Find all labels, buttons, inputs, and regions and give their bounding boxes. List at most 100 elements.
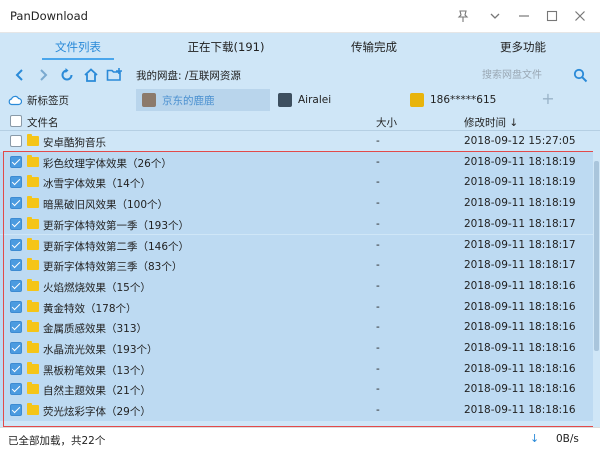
tab-more-features[interactable]: 更多功能 xyxy=(493,39,553,55)
row-checkbox[interactable] xyxy=(10,238,22,251)
file-size: - xyxy=(376,362,380,375)
account-tab-bar: 新标签页 京东的鹿鹿 Airalei 186*****615 + xyxy=(0,89,600,111)
table-row[interactable]: 安卓酷狗音乐 - 2018-09-12 15:27:05 xyxy=(0,131,594,152)
new-folder-icon[interactable] xyxy=(106,66,124,84)
tab-downloading[interactable]: 正在下载(191) xyxy=(178,39,274,55)
table-row[interactable]: 更新字体特效第一季（193个） - 2018-09-11 18:18:17 xyxy=(0,213,594,235)
row-checkbox[interactable] xyxy=(10,321,22,334)
column-header-name[interactable]: 文件名 xyxy=(27,115,59,130)
download-arrow-icon: ↓ xyxy=(530,432,540,445)
folder-icon xyxy=(27,196,39,209)
folder-icon xyxy=(27,320,39,333)
minimize-icon[interactable] xyxy=(511,4,537,28)
row-checkbox[interactable] xyxy=(10,300,22,313)
file-size: - xyxy=(376,197,380,210)
chevron-down-icon[interactable] xyxy=(482,4,508,28)
table-row[interactable]: 黄金特效（178个） - 2018-09-11 18:18:16 xyxy=(0,296,594,318)
row-checkbox[interactable] xyxy=(10,176,22,189)
file-name: 彩色纹理字体效果（26个） xyxy=(43,157,172,170)
add-tab-icon[interactable]: + xyxy=(540,89,556,111)
search-input[interactable] xyxy=(476,65,568,85)
current-path: 我的网盘: /互联网资源 xyxy=(136,70,241,82)
file-list: 安卓酷狗音乐 - 2018-09-12 15:27:05 彩色纹理字体效果（26个） -… xyxy=(0,131,594,427)
table-row[interactable]: 金属质感效果（313） - 2018-09-11 18:18:16 xyxy=(0,317,594,338)
column-header-modified[interactable]: 修改时间 ↓ xyxy=(464,115,518,130)
select-all-checkbox[interactable] xyxy=(10,115,22,127)
modified-time: 2018-09-11 18:18:17 xyxy=(464,238,576,251)
avatar xyxy=(410,93,424,107)
table-row[interactable]: 冰雪字体效果（14个） - 2018-09-11 18:18:19 xyxy=(0,172,594,194)
cloud-icon xyxy=(8,94,22,106)
modified-time: 2018-09-11 18:18:16 xyxy=(464,362,576,375)
folder-icon xyxy=(27,237,39,250)
file-name: 更新字体特效第三季（83个） xyxy=(43,261,183,274)
row-checkbox[interactable] xyxy=(10,197,22,210)
file-name: 荧光炫彩字体（29个） xyxy=(43,406,151,419)
close-icon[interactable] xyxy=(567,4,593,28)
modified-time: 2018-09-11 18:18:16 xyxy=(464,321,576,334)
row-checkbox[interactable] xyxy=(10,383,22,396)
file-name: 暗黑破旧风效果（100个） xyxy=(43,199,169,212)
pin-icon[interactable] xyxy=(450,4,476,28)
session-new-tab[interactable]: 新标签页 xyxy=(0,89,134,111)
row-checkbox[interactable] xyxy=(10,362,22,375)
session-account-2[interactable]: Airalei xyxy=(272,89,402,111)
table-row[interactable]: 荧光炫彩字体（29个） - 2018-09-11 18:18:16 xyxy=(0,400,594,421)
tab-bar: 文件列表 正在下载(191) 传输完成 更多功能 xyxy=(0,33,600,61)
file-size: - xyxy=(376,155,380,168)
session-label: 新标签页 xyxy=(27,94,69,107)
table-row[interactable]: 自然主题效果（21个） - 2018-09-11 18:18:16 xyxy=(0,379,594,401)
row-checkbox[interactable] xyxy=(10,342,22,354)
vertical-scrollbar[interactable] xyxy=(593,131,600,427)
file-name: 自然主题效果（21个） xyxy=(43,385,151,398)
row-checkbox[interactable] xyxy=(10,404,22,417)
file-size: - xyxy=(376,383,380,396)
folder-icon xyxy=(27,154,39,167)
tab-completed[interactable]: 传输完成 xyxy=(344,39,404,55)
table-row[interactable]: 更新字体特效第二季（146个） - 2018-09-11 18:18:17 xyxy=(0,234,594,256)
column-header-size[interactable]: 大小 xyxy=(376,115,397,130)
status-text: 已全部加载，共22个 xyxy=(8,435,106,447)
table-row[interactable]: 水晶流光效果（193个） - 2018-09-11 18:18:16 xyxy=(0,338,594,359)
row-checkbox[interactable] xyxy=(10,155,22,168)
modified-time: 2018-09-11 18:18:16 xyxy=(464,404,576,417)
folder-icon xyxy=(27,382,39,395)
file-size: - xyxy=(376,300,380,313)
avatar xyxy=(278,93,292,107)
folder-icon xyxy=(27,361,39,374)
search-icon[interactable] xyxy=(571,66,589,84)
back-arrow-icon[interactable] xyxy=(11,66,29,84)
modified-time: 2018-09-11 18:18:17 xyxy=(464,259,576,272)
session-account-3[interactable]: 186*****615 xyxy=(404,89,538,111)
session-label: 186*****615 xyxy=(430,94,497,106)
file-size: - xyxy=(376,135,380,147)
tab-file-list[interactable]: 文件列表 xyxy=(42,39,114,55)
table-row[interactable]: 更新字体特效第三季（83个） - 2018-09-11 18:18:17 xyxy=(0,255,594,276)
home-icon[interactable] xyxy=(82,66,100,84)
file-name: 金属质感效果（313） xyxy=(43,323,148,336)
modified-time: 2018-09-11 18:18:16 xyxy=(464,342,576,354)
maximize-icon[interactable] xyxy=(539,4,565,28)
modified-time: 2018-09-11 18:18:16 xyxy=(464,300,576,313)
table-row[interactable]: 彩色纹理字体效果（26个） - 2018-09-11 18:18:19 xyxy=(0,151,594,173)
session-account-1[interactable]: 京东的鹿鹿 xyxy=(136,89,270,111)
folder-icon xyxy=(27,258,39,271)
row-checkbox[interactable] xyxy=(10,135,22,147)
folder-icon xyxy=(27,278,39,291)
file-name: 水晶流光效果（193个） xyxy=(43,344,158,356)
scrollbar-thumb[interactable] xyxy=(594,161,599,351)
active-tab-indicator xyxy=(42,58,114,60)
table-row[interactable]: 火焰燃烧效果（15个） - 2018-09-11 18:18:16 xyxy=(0,275,594,297)
row-checkbox[interactable] xyxy=(10,259,22,272)
folder-icon xyxy=(27,341,39,353)
forward-arrow-icon[interactable] xyxy=(34,66,52,84)
row-checkbox[interactable] xyxy=(10,279,22,292)
file-size: - xyxy=(376,259,380,272)
table-row[interactable]: 暗黑破旧风效果（100个） - 2018-09-11 18:18:19 xyxy=(0,193,594,214)
file-name: 冰雪字体效果（14个） xyxy=(43,178,151,191)
row-checkbox[interactable] xyxy=(10,217,22,230)
modified-time: 2018-09-11 18:18:16 xyxy=(464,279,576,292)
file-name: 更新字体特效第二季（146个） xyxy=(43,240,190,253)
table-row[interactable]: 黑板粉笔效果（13个） - 2018-09-11 18:18:16 xyxy=(0,358,594,380)
refresh-icon[interactable] xyxy=(58,66,76,84)
